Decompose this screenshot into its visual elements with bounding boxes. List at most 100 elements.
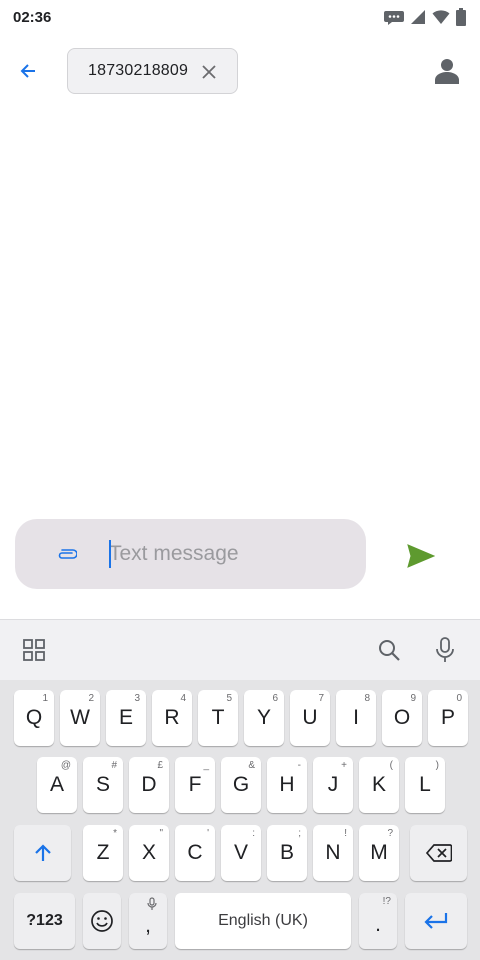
key-j[interactable]: + J [313,757,353,813]
key-label: F [188,773,202,796]
wifi-icon [432,9,450,25]
key-q[interactable]: 1Q [14,690,54,746]
key-l[interactable]: ) L [405,757,445,813]
backspace-icon [425,844,452,862]
key-label: Q [25,706,43,729]
key-d[interactable]: £ D [129,757,169,813]
key-label: C [187,841,203,864]
space-key[interactable]: English (UK) [175,893,351,949]
contact-button[interactable] [430,54,464,88]
key-label: W [70,706,90,729]
shift-key[interactable] [14,825,71,881]
key-label: M [370,841,388,864]
key-p[interactable]: 0P [428,690,468,746]
status-bar: 02:36 [0,0,480,34]
microphone-icon [147,897,157,914]
key-label: S [95,773,110,796]
key-label: I [353,706,359,729]
key-c[interactable]: ' C [175,825,215,881]
search-button[interactable] [374,635,404,665]
back-button[interactable] [12,55,44,87]
text-cursor [109,540,111,568]
key-o[interactable]: 9O [382,690,422,746]
comma-key[interactable]: , [129,893,167,949]
key-label: H [279,773,295,796]
key-n[interactable]: ! N [313,825,353,881]
period-key[interactable]: !? . [359,893,397,949]
voice-input-button[interactable] [430,635,460,665]
key-hint: * [113,828,117,839]
key-label: G [232,773,250,796]
key-k[interactable]: (K [359,757,399,813]
key-label: D [141,773,157,796]
key-s[interactable]: # S [83,757,123,813]
key-hint: 9 [410,693,416,704]
key-label: J [327,773,339,796]
key-hint: @ [60,760,71,771]
enter-icon [424,913,448,929]
key-hint: 1 [42,693,48,704]
keyboard-toolbar [0,619,480,680]
key-label: V [233,841,248,864]
key-h[interactable]: -H [267,757,307,813]
keyboard: 1Q 2W 3E 4R 5T 6Y 7U 8I 9O 0P @ A # S £ D _… [0,680,480,960]
message-input[interactable] [109,539,339,569]
key-label: A [49,773,64,796]
search-icon [379,640,400,661]
key-hint: & [248,760,255,771]
key-w[interactable]: 2W [60,690,100,746]
key-r[interactable]: 4R [152,690,192,746]
key-hint: 3 [134,693,140,704]
key-hint: 8 [364,693,370,704]
battery-icon [456,8,466,26]
send-icon [407,544,435,568]
key-hint: : [252,828,255,839]
key-b[interactable]: ; B [267,825,307,881]
key-hint: # [111,760,117,771]
key-y[interactable]: 6Y [244,690,284,746]
symbols-key[interactable]: ?123 [14,893,75,949]
symbols-key-label: ?123 [26,912,63,929]
key-hint: 7 [318,693,324,704]
key-hint: ( [389,760,393,771]
key-hint: " [159,828,163,839]
backspace-key[interactable] [410,825,467,881]
key-u[interactable]: 7U [290,690,330,746]
key-g[interactable]: & G [221,757,261,813]
key-a[interactable]: @ A [37,757,77,813]
key-label: P [440,706,455,729]
key-z[interactable]: * Z [83,825,123,881]
key-label: R [164,706,180,729]
period-key-label: . [375,913,381,936]
key-hint: _ [203,760,209,771]
remove-recipient-button[interactable] [199,62,219,82]
enter-key[interactable] [405,893,467,949]
key-hint: 5 [226,693,232,704]
key-i[interactable]: 8I [336,690,376,746]
shift-arrow-icon [34,844,51,861]
arrow-left-icon [20,64,35,78]
apps-grid-icon [23,639,45,661]
key-t[interactable]: 5T [198,690,238,746]
recipient-chip-label: 18730218809 [88,62,189,79]
key-v[interactable]: :V [221,825,261,881]
person-icon [435,59,459,84]
emoji-key[interactable] [83,893,121,949]
key-hint: ! [344,828,347,839]
key-hint: ) [435,760,439,771]
key-label: Z [96,841,110,864]
key-hint: ' [207,828,209,839]
key-label: U [302,706,318,729]
period-key-hint: !? [382,896,391,907]
key-e[interactable]: 3E [106,690,146,746]
key-f[interactable]: _ F [175,757,215,813]
close-icon [202,65,216,79]
recipient-chip[interactable]: 18730218809 [67,48,238,94]
attach-button[interactable] [55,543,79,567]
key-label: O [393,706,411,729]
key-m[interactable]: ? M [359,825,399,881]
send-button[interactable] [404,539,438,573]
key-x[interactable]: " X [129,825,169,881]
paperclip-icon [58,549,77,559]
apps-grid-button[interactable] [19,635,49,665]
